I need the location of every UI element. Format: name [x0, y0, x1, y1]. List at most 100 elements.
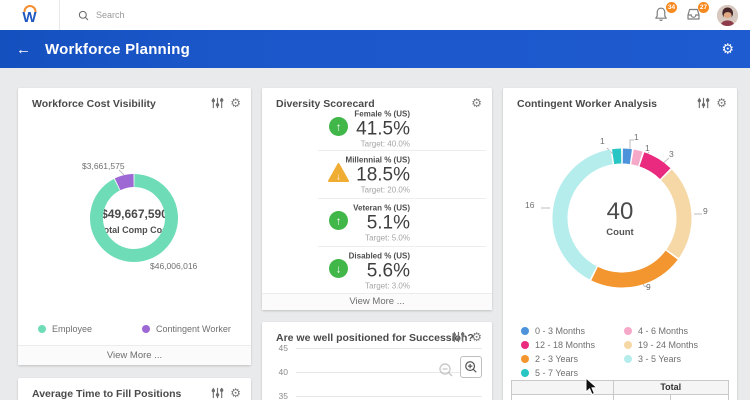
contingent-table: Total	[511, 380, 729, 400]
kpi-row-disabled-us-: ↓ Disabled % (US) 5.6% Target: 3.0%	[262, 247, 492, 294]
svg-text:↑: ↑	[336, 215, 342, 227]
logo-letter: W	[22, 8, 37, 26]
kpi-list: ↑ Female % (US) 41.5% Target: 40.0% ↓ Millenn…	[262, 108, 492, 294]
succession-chart: 45 40 35	[262, 322, 492, 400]
kpi-value: 41.5%	[356, 118, 410, 140]
kpi-target: Target: 5.0%	[365, 233, 410, 242]
card-diversity-scorecard: Diversity Scorecard ⚙ ↑ Female % (US) 41.5…	[262, 88, 492, 310]
table-header-empty	[512, 381, 614, 394]
legend-label: 4 - 6 Months	[638, 326, 689, 336]
page-header: ← Workforce Planning ⚙	[0, 30, 750, 68]
kpi-target: Target: 3.0%	[365, 281, 410, 290]
view-more-link[interactable]: View More ...	[262, 293, 492, 310]
top-bar: W Search 34 27	[0, 0, 750, 30]
svg-text:↑: ↑	[336, 122, 342, 134]
donut-segment-4-6-months[interactable]	[631, 149, 643, 166]
kpi-status-down-green-icon: ↓	[328, 258, 349, 283]
y-axis-tick: 35	[278, 391, 288, 400]
legend-label: 0 - 3 Months	[535, 326, 586, 336]
gridline	[296, 348, 482, 349]
card-gear-icon[interactable]: ⚙	[230, 387, 241, 399]
card-succession: Are we well positioned for Succession? ⚙…	[262, 322, 492, 400]
svg-text:↓: ↓	[336, 171, 341, 181]
zoom-in-icon	[465, 361, 477, 373]
view-more-link[interactable]: View More ...	[18, 345, 251, 365]
user-avatar[interactable]	[717, 4, 738, 26]
y-axis-tick: 40	[278, 367, 288, 377]
donut-value-label: 9	[646, 282, 651, 292]
donut-segment-0-3-months[interactable]	[622, 148, 632, 165]
kpi-row-millennial-us-: ↓ Millennial % (US) 18.5% Target: 20.0%	[262, 151, 492, 198]
legend-item-3-5-years[interactable]: 3 - 5 Years	[624, 354, 681, 364]
donut-value-label: $46,006,016	[150, 261, 198, 271]
table-header-total: Total	[613, 381, 728, 394]
workday-logo[interactable]: W	[0, 0, 60, 30]
donut-ring[interactable]	[54, 138, 214, 298]
kpi-text-block: Veteran % (US) 5.1% Target: 5.0%	[353, 203, 410, 242]
legend-dot-icon	[521, 327, 529, 335]
inbox-button[interactable]: 27	[685, 2, 709, 24]
legend-label: 3 - 5 Years	[638, 354, 682, 364]
kpi-text-block: Millennial % (US) 18.5% Target: 20.0%	[346, 155, 410, 194]
donut-segment-3-5-years[interactable]	[552, 149, 614, 280]
legend-label: Contingent Worker	[156, 324, 231, 334]
table-row	[512, 394, 728, 400]
donut-value-label: 1	[634, 132, 639, 142]
back-arrow-icon[interactable]: ←	[16, 42, 31, 57]
notifications-button[interactable]: 34	[653, 2, 677, 24]
zoom-in-button[interactable]	[460, 356, 482, 378]
donut-segment-contingent-worker[interactable]	[114, 174, 135, 191]
legend-label: 5 - 7 Years	[535, 368, 579, 378]
svg-text:↓: ↓	[336, 263, 342, 275]
legend-dot-icon	[624, 355, 632, 363]
legend-dot-icon	[624, 341, 632, 349]
chart-settings-icon[interactable]	[211, 387, 224, 399]
donut-ring[interactable]	[532, 128, 712, 308]
legend-item-employee[interactable]: Employee	[38, 324, 92, 334]
legend-item-4-6-months[interactable]: 4 - 6 Months	[624, 326, 688, 336]
search-placeholder: Search	[96, 10, 125, 20]
kpi-label: Millennial % (US)	[345, 155, 410, 164]
gridline	[296, 372, 482, 373]
gridline	[296, 396, 482, 397]
donut-value-label: 1	[645, 143, 650, 153]
legend-dot-icon	[624, 327, 632, 335]
donut-segment-5-7-years[interactable]	[612, 148, 622, 165]
topbar-actions: 34 27	[653, 2, 750, 26]
card-title: Average Time to Fill Positions	[32, 388, 182, 400]
legend-item-contingent-worker[interactable]: Contingent Worker	[142, 324, 231, 334]
kpi-status-up-green-icon: ↑	[328, 210, 349, 235]
legend-dot-icon	[521, 341, 529, 349]
kpi-value: 18.5%	[356, 164, 410, 185]
page-title: Workforce Planning	[45, 40, 191, 58]
inbox-badge: 27	[698, 2, 709, 13]
kpi-label: Female % (US)	[354, 109, 410, 119]
kpi-label: Veteran % (US)	[353, 203, 410, 212]
legend-item-12-18-months[interactable]: 12 - 18 Months	[521, 340, 595, 350]
donut-segment-2-3-years[interactable]	[591, 250, 678, 288]
donut-value-label: $3,661,575	[82, 161, 125, 171]
donut-value-label: 9	[703, 206, 708, 216]
legend-label: 12 - 18 Months	[535, 340, 596, 350]
kpi-text-block: Disabled % (US) 5.6% Target: 3.0%	[349, 251, 410, 290]
card-workforce-cost-visibility: Workforce Cost Visibility ⚙ $49,667,590 …	[18, 88, 251, 365]
donut-segment-19-24-months[interactable]	[660, 169, 692, 259]
zoom-out-button[interactable]	[438, 362, 454, 378]
y-axis-tick: 45	[278, 343, 288, 353]
kpi-target: Target: 40.0%	[360, 139, 410, 149]
legend-item-2-3-years[interactable]: 2 - 3 Years	[521, 354, 578, 364]
legend-dot-icon	[521, 369, 529, 377]
legend-item-5-7-years[interactable]: 5 - 7 Years	[521, 368, 578, 378]
kpi-row-female-us-: ↑ Female % (US) 41.5% Target: 40.0%	[262, 108, 492, 150]
status-circle-icon: ↑	[329, 210, 348, 230]
search-input[interactable]: Search	[60, 0, 653, 30]
legend-item-19-24-months[interactable]: 19 - 24 Months	[624, 340, 698, 350]
card-contingent-worker-analysis: Contingent Worker Analysis ⚙ 40 Count 11…	[503, 88, 737, 400]
page-settings-gear-icon[interactable]: ⚙	[721, 41, 734, 58]
donut-segment-12-18-months[interactable]	[639, 152, 671, 180]
donut-segment-employee[interactable]	[90, 174, 178, 262]
card-average-time-to-fill: Average Time to Fill Positions ⚙	[18, 378, 251, 400]
legend-item-0-3-months[interactable]: 0 - 3 Months	[521, 326, 585, 336]
legend-dot-icon	[521, 355, 529, 363]
kpi-target: Target: 20.0%	[360, 185, 410, 194]
